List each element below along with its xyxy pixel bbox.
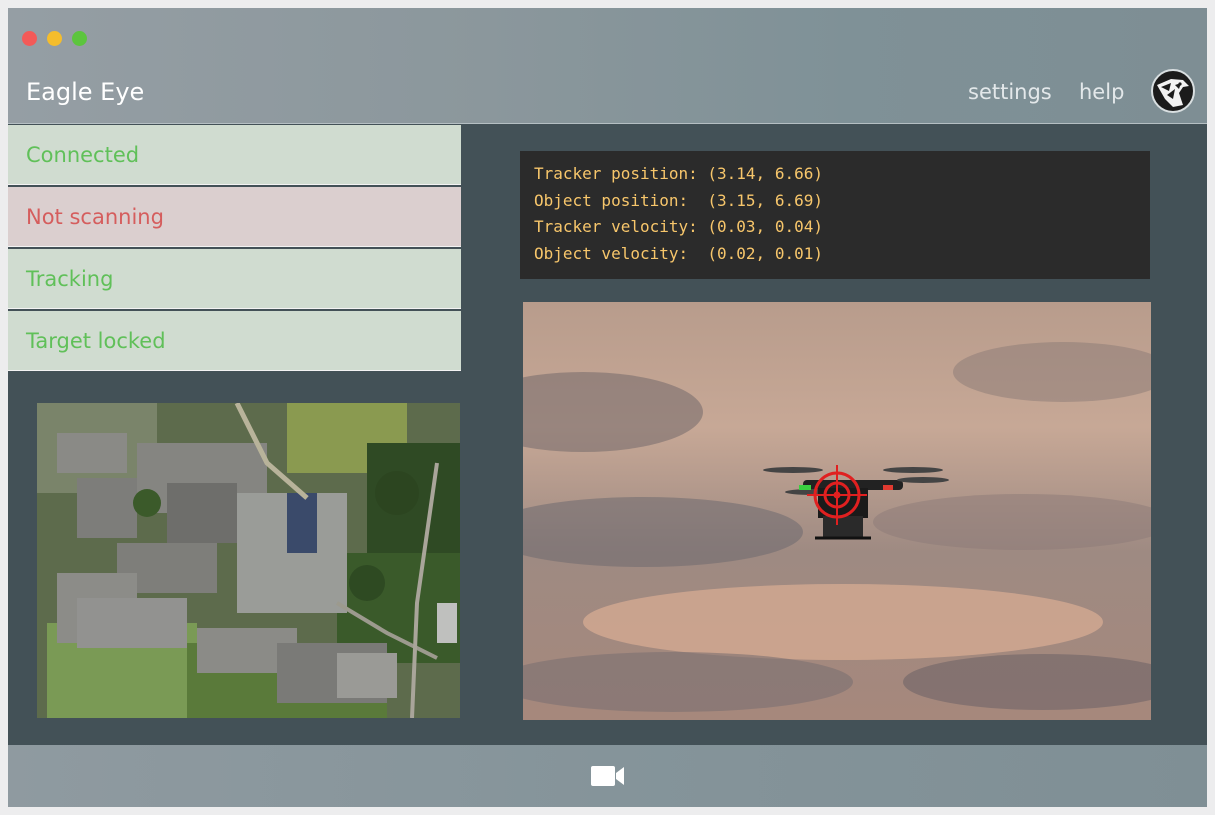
aerial-map-view[interactable]	[37, 403, 460, 718]
window-minimize-button[interactable]	[47, 31, 62, 46]
help-link[interactable]: help	[1079, 80, 1124, 104]
object-position-readout: Object position: (3.15, 6.69)	[534, 190, 823, 210]
video-camera-icon	[591, 766, 624, 786]
status-tracking: Tracking	[8, 249, 461, 309]
status-target: Target locked	[8, 311, 461, 371]
eagle-logo-icon	[1157, 79, 1189, 107]
status-panel: Connected Not scanning Tracking Target l…	[8, 125, 461, 373]
camera-feed[interactable]	[523, 302, 1151, 720]
status-scanning: Not scanning	[8, 187, 461, 247]
window-close-button[interactable]	[22, 31, 37, 46]
app-window: Eagle Eye settings help Connected Not sc…	[8, 8, 1207, 807]
window-maximize-button[interactable]	[72, 31, 87, 46]
user-avatar[interactable]	[1151, 69, 1195, 113]
footer-bar	[8, 745, 1207, 807]
record-button[interactable]	[590, 764, 626, 788]
settings-link[interactable]: settings	[968, 80, 1052, 104]
tracker-velocity-readout: Tracker velocity: (0.03, 0.04)	[534, 217, 823, 236]
title-bar: Eagle Eye settings help	[8, 8, 1207, 124]
tracker-position-readout: Tracker position: (3.14, 6.66)	[534, 164, 823, 183]
object-velocity-readout: Object velocity: (0.02, 0.01)	[534, 243, 823, 263]
telemetry-console: Tracker position: (3.14, 6.66) Object po…	[520, 151, 1150, 279]
status-connected: Connected	[8, 125, 461, 185]
app-title: Eagle Eye	[26, 78, 145, 106]
